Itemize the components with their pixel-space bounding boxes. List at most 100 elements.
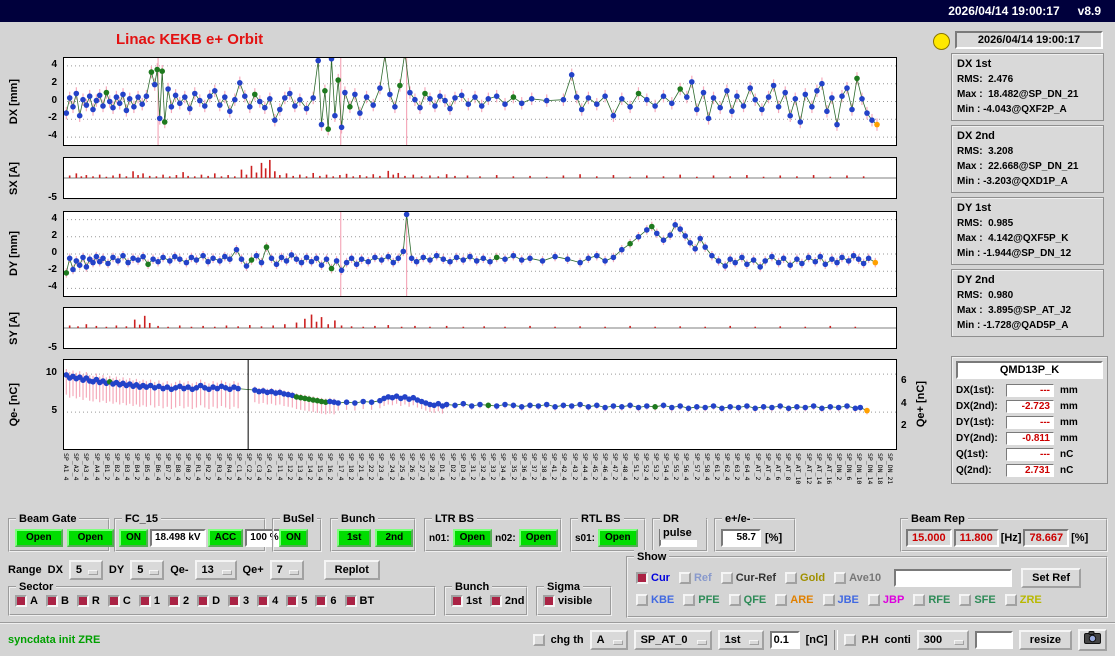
sector-checkbox-6[interactable] — [315, 595, 328, 607]
sector-label-c: C — [122, 595, 131, 607]
ltr-bs-n01-button[interactable]: Open — [452, 529, 493, 547]
chg-th-label: chg th — [550, 634, 584, 646]
qe-right-tick-label: 4 — [901, 398, 907, 409]
resize-button[interactable]: resize — [1018, 630, 1072, 650]
replot-button[interactable]: Replot — [323, 560, 380, 580]
bunch-2nd-button[interactable]: 2nd — [375, 529, 414, 547]
set-ref-button[interactable]: Set Ref — [1021, 568, 1082, 588]
set-ref-input[interactable] — [894, 569, 1013, 587]
sector-label-1: 1 — [153, 595, 160, 607]
dy-tick-label: 2 — [51, 230, 57, 241]
sector-checkbox-2[interactable] — [167, 595, 180, 607]
x-axis-label: SP_63_2 — [733, 453, 742, 481]
show-checkbox-qfe[interactable] — [728, 594, 741, 606]
epe-unit-label: [%] — [765, 532, 783, 544]
qmd-row-unit: mm — [1060, 433, 1078, 444]
camera-button[interactable] — [1078, 629, 1107, 651]
show-label-jbp: JBP — [882, 594, 905, 606]
dy-plot — [63, 211, 897, 297]
sector-checkbox-a[interactable] — [15, 595, 27, 607]
x-axis-label: SP_13_4 — [295, 453, 304, 481]
show-checkbox-rfe[interactable] — [913, 594, 926, 606]
bunch-1st-button[interactable]: 1st — [337, 529, 372, 547]
range-dropdown-dx[interactable]: 5 — [68, 560, 103, 580]
threshold-input[interactable] — [769, 631, 800, 649]
interval-dropdown[interactable]: 300 — [916, 630, 969, 650]
dy-tick-label: 0 — [51, 247, 57, 258]
sector-item-3: 3 — [228, 595, 249, 607]
beam-rep-frame: Beam Rep 15.000 11.800 [Hz] 78.667 [%] — [900, 512, 1108, 552]
x-axis-label: SP_R3_4 — [214, 453, 223, 481]
beam-rep-pct-label: [%] — [1071, 532, 1089, 544]
status-lamp-icon — [933, 33, 950, 50]
range-dropdown-qe[interactable]: 13 — [194, 560, 237, 580]
stats-panel: DX 1st RMS: 2.476 Max : 18.482@SP_DN_21 Min… — [951, 53, 1104, 341]
show-checkbox-ave10[interactable] — [834, 572, 847, 584]
ltr-bs-n02-button[interactable]: Open — [518, 529, 559, 547]
x-axis-label: SP_AT_6 — [774, 453, 782, 481]
sector-select-dropdown[interactable]: A — [589, 630, 628, 650]
x-axis-label: SP_DN_21 — [885, 453, 894, 485]
sector-checkbox-1[interactable] — [138, 595, 151, 607]
show-checkbox-zre[interactable] — [1004, 594, 1017, 606]
sector-checkbox-r[interactable] — [76, 595, 89, 607]
fc15-on-button[interactable]: ON — [119, 529, 148, 547]
dx-tick-label: 0 — [51, 95, 57, 106]
sector-checkbox-4[interactable] — [257, 595, 270, 607]
x-axis-label: SP_18_2 — [346, 453, 355, 481]
x-axis-label: SP_38_4 — [540, 453, 548, 481]
range-dropdown-dy[interactable]: 5 — [130, 560, 165, 580]
status-bar: syncdata init ZRE chg th A SP_AT_0 1st [… — [0, 622, 1115, 656]
rtl-bs-s01-button[interactable]: Open — [598, 529, 638, 547]
beam-rep-value-2: 11.800 — [953, 529, 999, 547]
sector-checkbox-d[interactable] — [197, 595, 210, 607]
show-checkbox-cur-ref[interactable] — [720, 572, 733, 584]
show-checkbox-kbe[interactable] — [636, 594, 648, 606]
show-checkbox-jbe[interactable] — [822, 594, 835, 606]
range-dropdown-qe[interactable]: 7 — [269, 560, 304, 580]
sy-plot — [63, 307, 897, 349]
show-checkbox-gold[interactable] — [785, 572, 798, 584]
qmd-row-value: 2.731 — [1006, 464, 1054, 477]
beam-gate-open-button-2[interactable]: Open — [66, 529, 115, 547]
bunch-select-dropdown[interactable]: 1st — [717, 630, 764, 650]
x-axis-label: SP_47_2 — [611, 453, 620, 481]
monitor-select-dropdown[interactable]: SP_AT_0 — [633, 630, 712, 650]
stat-line: Min : -3.203@QXD1P_A — [957, 176, 1068, 187]
sector-item-5: 5 — [286, 595, 307, 607]
conti-label[interactable]: conti — [885, 634, 911, 646]
sector-checkbox-3[interactable] — [228, 595, 241, 607]
chg-th-checkbox[interactable] — [532, 634, 545, 646]
sector-checkbox-5[interactable] — [286, 595, 299, 607]
busel-frame: BuSel ON — [272, 512, 322, 552]
x-axis-label: SP_54_4 — [662, 453, 671, 481]
show-checkbox-pfe[interactable] — [683, 594, 696, 606]
busel-on-button[interactable]: ON — [279, 529, 308, 547]
ph-checkbox[interactable] — [843, 634, 856, 646]
bunch2-frame: Bunch 1st 2nd — [444, 580, 528, 616]
show-checkbox-ref[interactable] — [678, 572, 691, 584]
sigma-checkbox-visible[interactable] — [543, 595, 555, 607]
sector-checkbox-c[interactable] — [107, 595, 120, 607]
show-checkbox-are[interactable] — [775, 594, 788, 606]
dr-pulse-frame-label: DR pulse — [660, 512, 706, 540]
show-checkbox-jbp[interactable] — [867, 594, 880, 606]
show-checkbox-cur[interactable] — [636, 572, 648, 584]
bunch-checkbox-2nd[interactable] — [489, 595, 502, 607]
sector-checkbox-b[interactable] — [45, 595, 58, 607]
fc15-acc-button[interactable]: ACC — [207, 529, 244, 547]
x-axis-label: SP_17_4 — [336, 453, 345, 481]
dy-tick-label: -2 — [48, 264, 57, 275]
beam-gate-open-button-1[interactable]: Open — [15, 529, 63, 547]
x-axis-label: SP_AT_12 — [804, 453, 813, 485]
qmd-panel: QMD13P_K DX(1st): --- mm DX(2nd): -2.723 mm DY… — [951, 356, 1108, 484]
x-axis-label: SP_AT_8 — [784, 453, 793, 481]
bunch-checkbox-1st[interactable] — [451, 595, 463, 607]
dx-axis-label-wrap: DX [mm] — [6, 57, 22, 146]
blank-input[interactable] — [974, 631, 1013, 649]
sector-checkbox-bt[interactable] — [344, 595, 357, 607]
show-label-pfe: PFE — [698, 594, 720, 606]
bunch-item-1st: 1st — [451, 595, 482, 607]
qmd-row: DX(2nd): -2.723 mm — [956, 399, 1103, 414]
show-checkbox-sfe[interactable] — [959, 594, 972, 606]
